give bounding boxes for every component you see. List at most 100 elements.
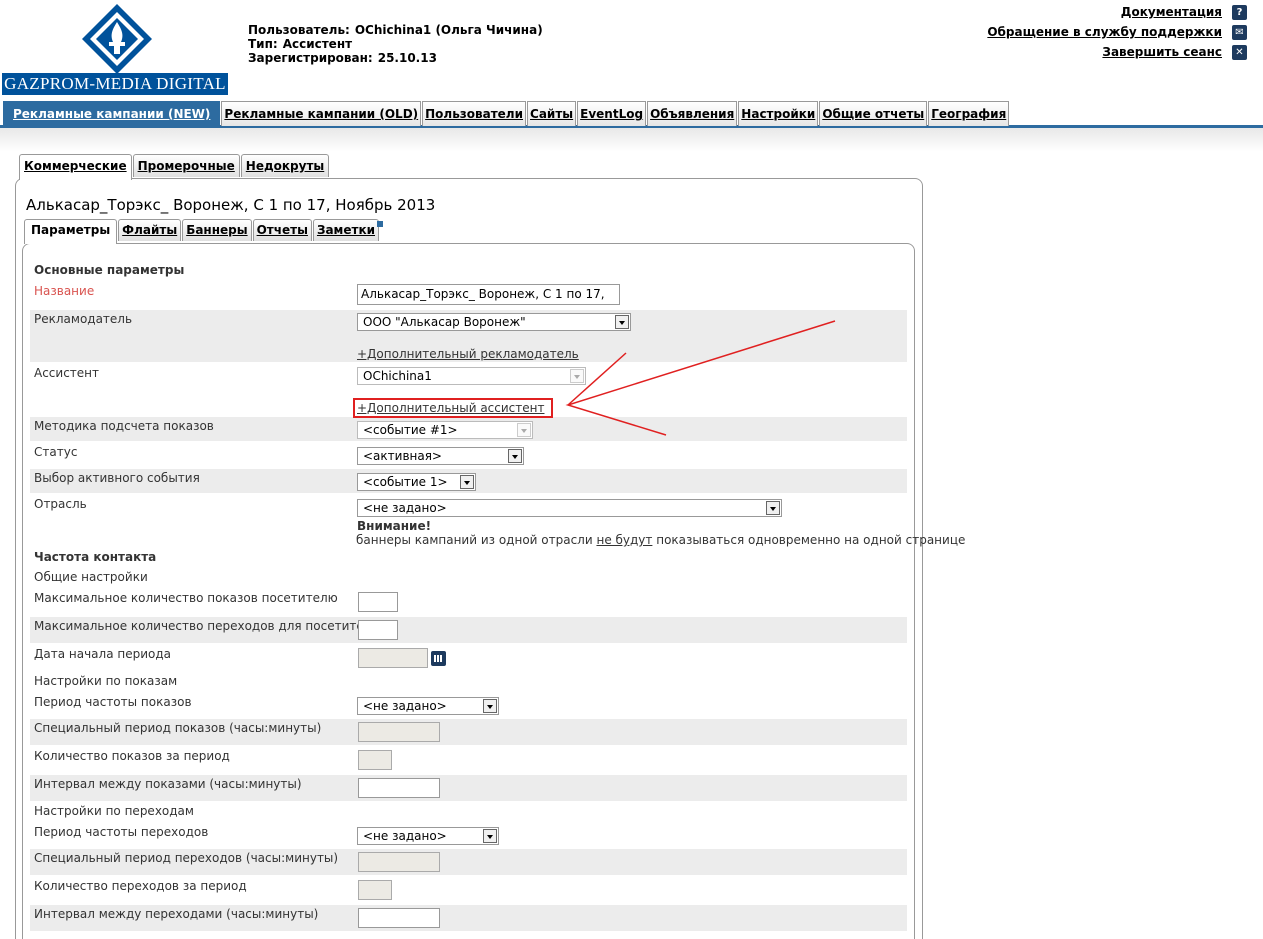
- registered-label: Зарегистрирован:: [248, 51, 373, 65]
- tab-reports[interactable]: Отчеты: [252, 219, 312, 241]
- gazprom-logo-icon: [82, 4, 152, 74]
- row-max-shows: Максимальное количество показов посетите…: [30, 589, 907, 615]
- add-advertiser-link[interactable]: +Дополнительный рекламодатель: [357, 347, 579, 361]
- tab-flights[interactable]: Флайты: [118, 219, 182, 241]
- tab-parameters[interactable]: Параметры: [24, 219, 118, 244]
- show-period-value: <не задано>: [363, 699, 447, 713]
- warning-text-emphasis: не будут: [596, 533, 653, 547]
- max-shows-label: Максимальное количество показов посетите…: [34, 591, 338, 605]
- type-label: Тип:: [248, 37, 278, 51]
- chevron-down-icon: [483, 699, 497, 713]
- tab-users[interactable]: Пользователи: [422, 101, 527, 126]
- row-shows-per-period: Количество показов за период: [30, 747, 907, 773]
- tab-campaigns-new[interactable]: Рекламные кампании (NEW): [3, 101, 221, 127]
- assistant-value: OChichina1: [363, 369, 432, 383]
- click-interval-label: Интервал между переходами (часы:минуты): [34, 907, 319, 921]
- row-special-show-period: Специальный период показов (часы:минуты): [30, 719, 907, 745]
- start-date-label: Дата начала периода: [34, 647, 172, 661]
- industry-label: Отрасль: [34, 497, 87, 511]
- tab-ads[interactable]: Объявления: [647, 101, 738, 126]
- clicks-per-period-input[interactable]: [358, 880, 392, 900]
- warning-text-part2: показываться одновременно на одной стран…: [652, 533, 966, 547]
- show-settings-heading: Настройки по показам: [34, 674, 178, 688]
- click-period-label: Период частоты переходов: [34, 825, 209, 839]
- mail-icon[interactable]: ✉: [1232, 24, 1247, 40]
- main-tabs: Рекламные кампании (NEW) Рекламные кампа…: [3, 101, 1010, 127]
- warning-text-part1: баннеры кампаний из одной отрасли: [356, 533, 597, 547]
- tab-banners[interactable]: Баннеры: [182, 219, 252, 241]
- expand-icon[interactable]: [377, 221, 383, 227]
- row-click-interval: Интервал между переходами (часы:минуты): [30, 905, 907, 931]
- tab-campaigns-old[interactable]: Рекламные кампании (OLD): [221, 101, 422, 126]
- special-click-period-input[interactable]: [358, 852, 440, 872]
- industry-select[interactable]: <не задано>: [357, 499, 782, 517]
- assistant-label: Ассистент: [34, 366, 100, 380]
- method-value: <событие #1>: [363, 423, 458, 437]
- tab-notes[interactable]: Заметки: [312, 219, 380, 241]
- max-clicks-input[interactable]: [358, 620, 398, 640]
- method-select[interactable]: <событие #1>: [357, 421, 533, 439]
- help-icon[interactable]: ?: [1232, 4, 1247, 20]
- special-show-period-label: Специальный период показов (часы:минуты): [34, 721, 322, 735]
- campaign-title: Алькасар_Торэкс_ Воронеж, С 1 по 17, Ноя…: [26, 196, 436, 214]
- calendar-icon[interactable]: [431, 651, 446, 666]
- tab-general-reports[interactable]: Общие отчеты: [819, 101, 928, 126]
- show-interval-input[interactable]: [358, 778, 440, 798]
- shows-per-period-label: Количество показов за период: [34, 749, 230, 763]
- inner-tabs: Параметры Флайты Баннеры Отчеты Заметки: [24, 219, 380, 244]
- clicks-per-period-label: Количество переходов за период: [34, 879, 247, 893]
- row-special-click-period: Специальный период переходов (часы:минут…: [30, 849, 907, 875]
- documentation-link[interactable]: Документация: [1121, 5, 1222, 19]
- tab-underdelivery[interactable]: Недокруты: [240, 154, 330, 177]
- chevron-down-icon: [766, 501, 780, 515]
- sub-tabs: Коммерческие Промерочные Недокруты: [19, 154, 330, 180]
- assistant-select[interactable]: OChichina1: [357, 367, 586, 385]
- tab-commercial[interactable]: Коммерческие: [19, 154, 132, 180]
- tab-test[interactable]: Промерочные: [132, 154, 240, 177]
- tab-eventlog[interactable]: EventLog: [577, 101, 647, 126]
- status-label: Статус: [34, 445, 78, 459]
- click-period-value: <не задано>: [363, 829, 447, 843]
- user-label: Пользователь:: [248, 23, 350, 37]
- start-date-input[interactable]: [358, 648, 428, 668]
- active-event-select[interactable]: <событие 1>: [357, 473, 476, 491]
- show-interval-label: Интервал между показами (часы:минуты): [34, 777, 302, 791]
- annotation-arrow-icon: [565, 320, 836, 436]
- section-frequency: Частота контакта: [34, 550, 157, 564]
- active-event-label: Выбор активного события: [34, 471, 200, 485]
- user-info: Пользователь: OChichina1 (Ольга Чичина) Т…: [248, 23, 543, 65]
- max-clicks-label: Максимальное количество переходов для по…: [34, 619, 379, 633]
- active-event-value: <событие 1>: [363, 475, 448, 489]
- tab-sites[interactable]: Сайты: [527, 101, 577, 126]
- status-value: <активная>: [363, 449, 442, 463]
- logo-text: GAZPROM-MEDIA DIGITAL: [2, 73, 228, 95]
- name-input[interactable]: Алькасар_Торэкс_ Воронеж, С 1 по 17,: [357, 284, 620, 305]
- type-value: Ассистент: [282, 37, 353, 51]
- tab-settings[interactable]: Настройки: [738, 101, 819, 126]
- industry-value: <не задано>: [363, 501, 447, 515]
- method-label: Методика подсчета показов: [34, 419, 214, 433]
- chevron-down-icon: [508, 449, 522, 463]
- click-settings-heading: Настройки по переходам: [34, 804, 194, 818]
- special-show-period-input[interactable]: [358, 722, 440, 742]
- support-link[interactable]: Обращение в службу поддержки: [987, 25, 1222, 39]
- chevron-down-icon: [460, 475, 474, 489]
- status-select[interactable]: <активная>: [357, 447, 524, 465]
- tab-geography[interactable]: География: [928, 101, 1010, 126]
- logo: GAZPROM-MEDIA DIGITAL: [2, 0, 228, 95]
- click-period-select[interactable]: <не задано>: [357, 827, 499, 845]
- show-period-select[interactable]: <не задано>: [357, 697, 499, 715]
- chevron-down-icon: [483, 829, 497, 843]
- warning-text: баннеры кампаний из одной отрасли не буд…: [356, 533, 965, 547]
- close-icon[interactable]: ✕: [1232, 44, 1247, 60]
- row-show-interval: Интервал между показами (часы:минуты): [30, 775, 907, 801]
- logout-link[interactable]: Завершить сеанс: [1102, 45, 1222, 59]
- chevron-down-icon: [517, 423, 531, 437]
- section-main-params: Основные параметры: [34, 263, 185, 277]
- max-shows-input[interactable]: [358, 592, 398, 612]
- click-interval-input[interactable]: [358, 908, 440, 928]
- top-links: Документация? Обращение в службу поддерж…: [987, 2, 1247, 62]
- shows-per-period-input[interactable]: [358, 750, 392, 770]
- special-click-period-label: Специальный период переходов (часы:минут…: [34, 851, 339, 865]
- row-start-date: Дата начала периода: [30, 645, 907, 671]
